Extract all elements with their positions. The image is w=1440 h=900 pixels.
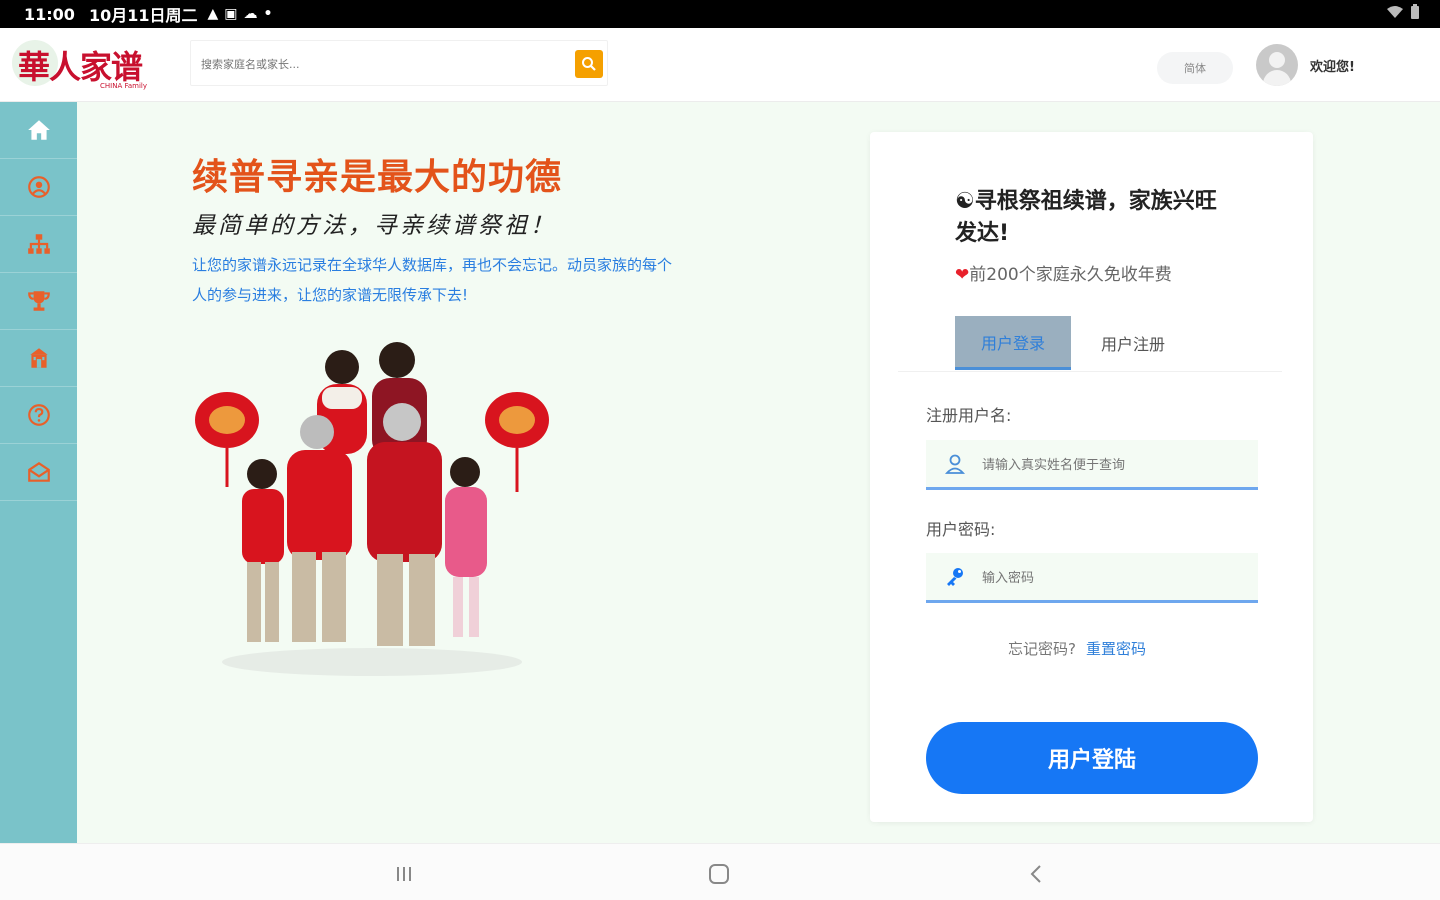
- welcome-text[interactable]: 欢迎您!: [1310, 56, 1355, 75]
- sidebar-item-help[interactable]: [0, 387, 77, 444]
- mail-icon: [27, 462, 50, 482]
- search-icon: [582, 57, 596, 71]
- recent-apps-icon: [397, 867, 411, 881]
- status-time: 11:00: [24, 4, 75, 24]
- trophy-icon: [27, 291, 50, 311]
- top-header: 華人家谱 CHINA Family 简体 欢迎您!: [0, 28, 1440, 102]
- sidebar-item-ancestral-hall[interactable]: [0, 330, 77, 387]
- help-icon: [27, 404, 50, 426]
- password-label: 用户密码:: [926, 520, 996, 539]
- search-box: [190, 40, 608, 86]
- auth-tabs: 用户登录 用户注册: [898, 316, 1282, 372]
- heart-icon: ❤: [955, 265, 970, 285]
- sidebar-item-messages[interactable]: [0, 444, 77, 501]
- system-nav-bar: [0, 843, 1440, 900]
- family-photo: [195, 342, 549, 676]
- tab-login[interactable]: 用户登录: [955, 316, 1071, 370]
- search-button[interactable]: [575, 50, 603, 78]
- sidebar-item-family-tree[interactable]: [0, 216, 77, 273]
- username-field-wrapper: [926, 440, 1258, 490]
- password-field-wrapper: [926, 553, 1258, 603]
- back-icon: [1030, 865, 1041, 883]
- promo-label: 前200个家庭永久免收年费: [969, 265, 1172, 285]
- cloud-icon: ☁: [243, 6, 258, 22]
- forgot-password-row: 忘记密码? 重置密码: [1008, 638, 1146, 659]
- status-bar: 11:00 10月11日周二 ▲ ▣ ☁ •: [0, 0, 1440, 28]
- reset-password-link[interactable]: 重置密码: [1086, 640, 1146, 658]
- home-nav-icon: [709, 864, 729, 884]
- login-button[interactable]: 用户登陆: [926, 722, 1258, 794]
- site-logo[interactable]: 華人家谱 CHINA Family: [12, 36, 152, 92]
- home-icon: [27, 120, 50, 140]
- forgot-password-text: 忘记密码?: [1008, 640, 1076, 658]
- user-icon: [944, 454, 966, 474]
- temple-icon: [29, 348, 48, 368]
- key-icon: [947, 568, 963, 586]
- battery-icon: [1410, 4, 1420, 24]
- page-subtitle: 最简单的方法，寻亲续谱祭祖！: [192, 213, 556, 239]
- recent-apps-button[interactable]: [388, 858, 420, 890]
- username-label: 注册用户名:: [926, 406, 1012, 425]
- back-button[interactable]: [1020, 858, 1052, 890]
- avatar[interactable]: [1256, 44, 1298, 86]
- logo-subtext: CHINA Family: [100, 82, 147, 90]
- password-input[interactable]: [982, 567, 1242, 589]
- dot-icon: •: [263, 6, 273, 22]
- username-input[interactable]: [982, 454, 1242, 476]
- search-input[interactable]: [201, 53, 551, 75]
- page-description: 让您的家谱永远记录在全球华人数据库，再也不会忘记。动员家族的每个人的参与进来，让…: [192, 256, 673, 304]
- screenshot-icon: ▣: [224, 6, 238, 22]
- promo-text: ❤前200个家庭永久免收年费: [955, 260, 1172, 285]
- sidebar-item-ranking[interactable]: [0, 273, 77, 330]
- home-nav-button[interactable]: [703, 858, 735, 890]
- status-date: 10月11日周二: [88, 6, 198, 25]
- wifi-icon: [1386, 5, 1404, 23]
- sidebar-item-home[interactable]: [0, 102, 77, 159]
- sidebar: [0, 102, 77, 843]
- main-content: 续普寻亲是最大的功德 最简单的方法，寻亲续谱祭祖！ 让您的家谱永远记录在全球华人…: [77, 102, 1440, 843]
- sidebar-item-profile[interactable]: [0, 159, 77, 216]
- user-circle-icon: [27, 176, 50, 198]
- language-button[interactable]: 简体: [1157, 52, 1233, 84]
- tab-register[interactable]: 用户注册: [1088, 316, 1178, 370]
- page-title: 续普寻亲是最大的功德: [192, 157, 563, 198]
- login-card: ☯寻根祭祖续谱，家族兴旺发达! ❤前200个家庭永久免收年费 用户登录 用户注册…: [870, 132, 1313, 822]
- status-icons: ▲ ▣ ☁ •: [207, 6, 272, 22]
- notification-icon: ▲: [207, 6, 219, 22]
- family-tree-icon: [27, 234, 50, 254]
- card-title: ☯寻根祭祖续谱，家族兴旺发达!: [955, 189, 1217, 246]
